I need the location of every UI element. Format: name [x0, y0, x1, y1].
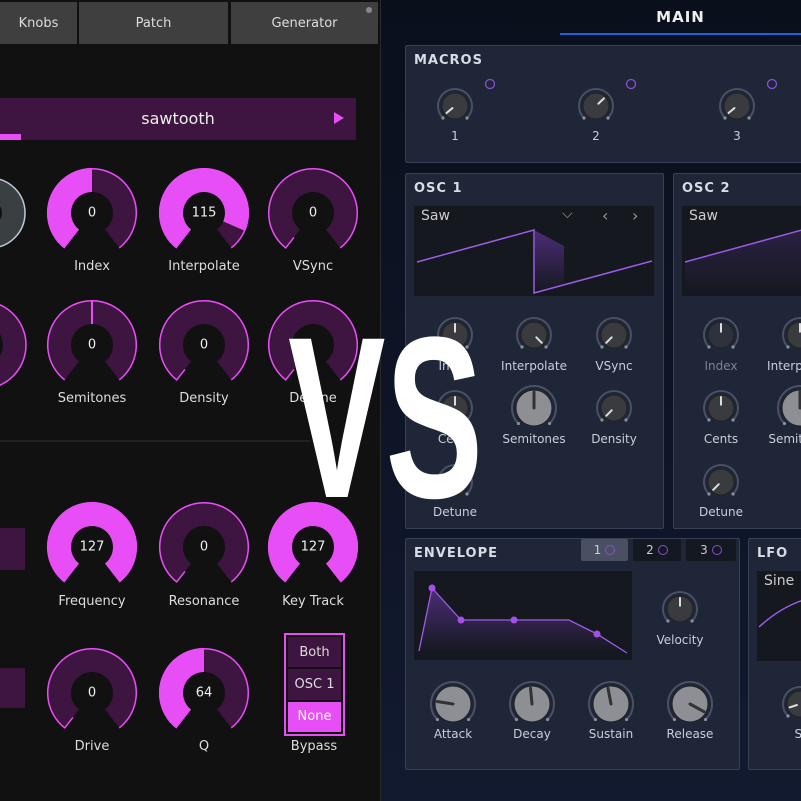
knob-label: Semitones [502, 432, 566, 446]
knob-value: 0 [87, 337, 97, 353]
knob-label: Semitones [768, 432, 801, 446]
knob-value: 0 [87, 685, 97, 701]
knob[interactable] [782, 317, 801, 349]
partial-button[interactable] [0, 528, 25, 570]
mod-ring-icon [766, 78, 778, 90]
knob-value: 0 [199, 337, 209, 353]
knob[interactable] [782, 686, 801, 718]
bypass-selector[interactable]: Both OSC 1 None [284, 633, 345, 736]
knob-label: Drive [74, 739, 110, 754]
knob-label: VSync [595, 359, 633, 373]
knob[interactable] [703, 317, 739, 349]
knob-label: Density [591, 432, 637, 446]
bypass-option-osc1[interactable]: OSC 1 [288, 669, 341, 700]
knob-label: Key Track [282, 594, 344, 609]
knob-label: Detune [433, 505, 477, 519]
knob-label: Q [198, 739, 210, 754]
knob-value: 64 [195, 685, 213, 701]
vs-text: VS [288, 315, 483, 505]
knob[interactable] [511, 385, 557, 427]
knob-label: Sl [794, 727, 801, 741]
knob-label: 2 [592, 129, 600, 143]
partial-knob-purple[interactable] [0, 301, 27, 389]
knob-value: 127 [79, 539, 105, 555]
knob-indicator [528, 686, 534, 706]
knob-value: 0 [308, 205, 318, 221]
knob-label: Attack [433, 727, 473, 741]
bypass-option-none[interactable]: None [288, 701, 341, 732]
knob-label: Decay [513, 727, 551, 741]
knob[interactable] [703, 390, 739, 422]
knob[interactable] [703, 464, 739, 496]
knob[interactable] [667, 681, 713, 723]
knob-label: Velocity [656, 633, 704, 647]
knob-label: VSync [292, 259, 334, 274]
knob[interactable] [719, 88, 755, 120]
vs-overlay: VS [288, 315, 483, 505]
knob-label: Index [74, 259, 110, 274]
knob[interactable] [437, 88, 473, 120]
knob-value: 0 [87, 205, 97, 221]
partial-button[interactable] [0, 668, 25, 708]
knob-value: 115 [191, 205, 217, 221]
knob-label: Semitones [57, 391, 127, 406]
knob-label: Interpolate [168, 259, 240, 274]
knob-label: Interpolate [767, 359, 801, 373]
knob[interactable] [578, 88, 614, 120]
mod-ring-icon [484, 78, 496, 90]
knob[interactable] [596, 317, 632, 349]
knob[interactable] [596, 390, 632, 422]
knob[interactable] [516, 317, 552, 349]
partial-knob-grey[interactable] [0, 178, 26, 248]
knob-label: 1 [451, 129, 459, 143]
mod-ring-icon [625, 78, 637, 90]
knob[interactable] [662, 591, 698, 623]
knob[interactable] [509, 681, 555, 723]
knob-label: Density [179, 391, 229, 406]
knob[interactable] [430, 681, 476, 723]
knob-label: Interpolate [501, 359, 567, 373]
knob-label: Release [666, 727, 714, 741]
knob[interactable] [777, 385, 801, 427]
knob-label: Resonance [168, 594, 240, 609]
bypass-option-both[interactable]: Both [288, 637, 341, 668]
knob-label: Cents [703, 432, 739, 446]
knob-value: 127 [300, 539, 326, 555]
knob-label: Detune [699, 505, 743, 519]
bypass-label: Bypass [290, 739, 338, 754]
knob-label: 3 [733, 129, 741, 143]
knob[interactable] [588, 681, 634, 723]
knob-label: Frequency [58, 594, 126, 609]
knob-value: 0 [199, 539, 209, 555]
knob-label: Sustain [588, 727, 634, 741]
knob-label: Index [704, 359, 738, 373]
